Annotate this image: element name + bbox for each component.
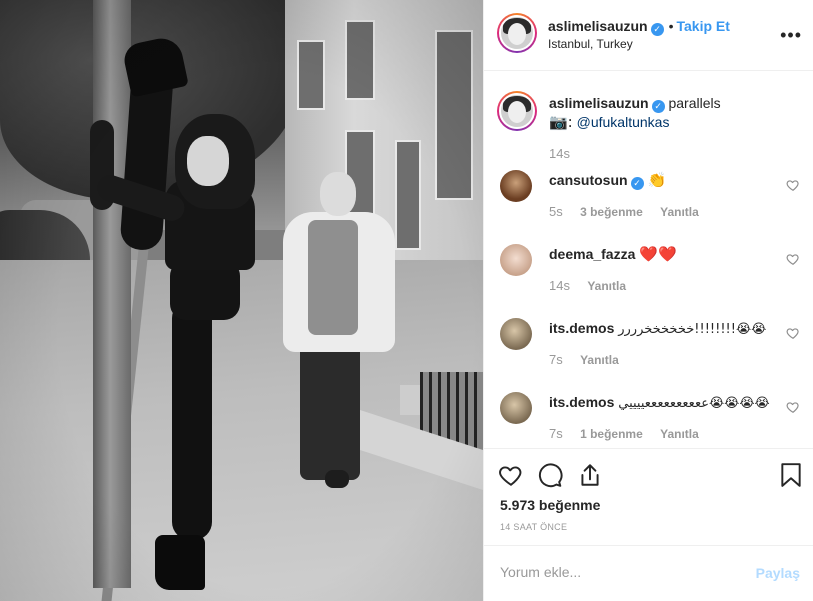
comment-item: deema_fazza ❤️❤️ 14s Yanıtla: [500, 244, 800, 304]
comment-meta: 7s 1 beğenme Yanıtla: [549, 426, 699, 441]
bookmark-icon[interactable]: [778, 462, 804, 488]
share-icon[interactable]: [577, 462, 603, 488]
comment-icon[interactable]: [537, 462, 563, 488]
comment-avatar[interactable]: [500, 170, 532, 202]
comment-item: its.demos خخخخخخرررر!!!!!!!!😭😭 7s Yanıtl…: [500, 318, 800, 378]
comment-likes[interactable]: 3 beğenme: [580, 205, 643, 219]
comment-body: خخخخخخرررر!!!!!!!!😭😭: [618, 322, 767, 337]
post-side-panel: aslimelisauzun ✓ • Takip Et Istanbul, Turke…: [483, 0, 813, 601]
comment-meta: 7s Yanıtla: [549, 352, 619, 367]
caption-meta: 14s: [549, 146, 570, 161]
comment-meta: 14s Yanıtla: [549, 278, 626, 293]
comment-like-heart-icon[interactable]: [786, 326, 800, 340]
comment-like-heart-icon[interactable]: [786, 178, 800, 192]
comment-username[interactable]: cansutosun: [549, 172, 628, 188]
comment-text: its.demos خخخخخخرررر!!!!!!!!😭😭: [549, 319, 789, 339]
comment-username[interactable]: its.demos: [549, 394, 614, 410]
comment-body: ❤️❤️: [639, 245, 677, 263]
caption-avatar[interactable]: [497, 91, 537, 131]
comment-text: deema_fazza ❤️❤️: [549, 245, 789, 263]
more-options-icon[interactable]: •••: [780, 26, 802, 44]
comment-item: cansutosun ✓ 👏 5s 3 beğenme Yanıtla: [500, 170, 800, 230]
post-actions: 5.973 beğenme 14 SAAT ÖNCE: [484, 448, 813, 545]
comments-list[interactable]: aslimelisauzun ✓ parallels 📷: @ufukaltunk…: [484, 72, 813, 448]
comment-time[interactable]: 7s: [549, 426, 563, 441]
comment-time[interactable]: 14s: [549, 278, 570, 293]
caption-mention[interactable]: @ufukaltunkas: [577, 114, 670, 130]
add-comment-input[interactable]: [500, 564, 730, 580]
instagram-post: aslimelisauzun ✓ • Takip Et Istanbul, Turke…: [0, 0, 813, 601]
comment-like-heart-icon[interactable]: [786, 400, 800, 414]
verified-badge-icon: ✓: [651, 100, 665, 113]
post-location[interactable]: Istanbul, Turkey: [548, 37, 633, 51]
reply-button[interactable]: Yanıtla: [660, 205, 699, 219]
comment-likes[interactable]: 1 beğenme: [580, 427, 643, 441]
caption-username[interactable]: aslimelisauzun: [549, 95, 649, 111]
author-username[interactable]: aslimelisauzun: [548, 18, 648, 34]
comment-time[interactable]: 5s: [549, 204, 563, 219]
camera-icon: 📷:: [549, 113, 573, 131]
caption-text: aslimelisauzun ✓ parallels 📷: @ufukaltunk…: [549, 94, 789, 131]
post-header: aslimelisauzun ✓ • Takip Et Istanbul, Turke…: [484, 0, 813, 71]
caption-body: parallels: [668, 95, 721, 111]
comment-avatar[interactable]: [500, 318, 532, 350]
comment-username[interactable]: its.demos: [549, 320, 614, 336]
comment-text: cansutosun ✓ 👏: [549, 171, 789, 190]
comment-body: 👏: [647, 171, 667, 189]
post-timestamp[interactable]: 14 SAAT ÖNCE: [500, 522, 567, 532]
reply-button[interactable]: Yanıtla: [580, 353, 619, 367]
comment-meta: 5s 3 beğenme Yanıtla: [549, 204, 699, 219]
caption-time[interactable]: 14s: [549, 146, 570, 161]
verified-badge-icon: ✓: [630, 177, 644, 190]
author-avatar[interactable]: [497, 13, 537, 53]
comment-like-heart-icon[interactable]: [786, 252, 800, 266]
author-line: aslimelisauzun ✓ • Takip Et: [548, 18, 768, 36]
post-comment-button[interactable]: Paylaş: [756, 565, 800, 581]
comment-text: its.demos ععععععععععييييي😭😭😭😭: [549, 393, 789, 413]
comment-avatar[interactable]: [500, 392, 532, 424]
comment-time[interactable]: 7s: [549, 352, 563, 367]
add-comment-bar: Paylaş: [484, 545, 813, 601]
separator-dot: •: [668, 18, 674, 34]
comment-username[interactable]: deema_fazza: [549, 246, 635, 262]
comment-body: ععععععععععييييي😭😭😭😭: [618, 396, 770, 411]
post-photo[interactable]: [0, 0, 483, 601]
reply-button[interactable]: Yanıtla: [660, 427, 699, 441]
caption: aslimelisauzun ✓ parallels 📷: @ufukaltunk…: [497, 91, 800, 164]
verified-badge-icon: ✓: [650, 23, 664, 36]
comment-avatar[interactable]: [500, 244, 532, 276]
like-count[interactable]: 5.973 beğenme: [500, 497, 600, 513]
photo-vignette: [0, 0, 483, 601]
heart-icon[interactable]: [498, 462, 524, 488]
reply-button[interactable]: Yanıtla: [587, 279, 626, 293]
comment-item: its.demos ععععععععععييييي😭😭😭😭 7s 1 beğen…: [500, 392, 800, 448]
follow-button[interactable]: Takip Et: [677, 18, 730, 34]
